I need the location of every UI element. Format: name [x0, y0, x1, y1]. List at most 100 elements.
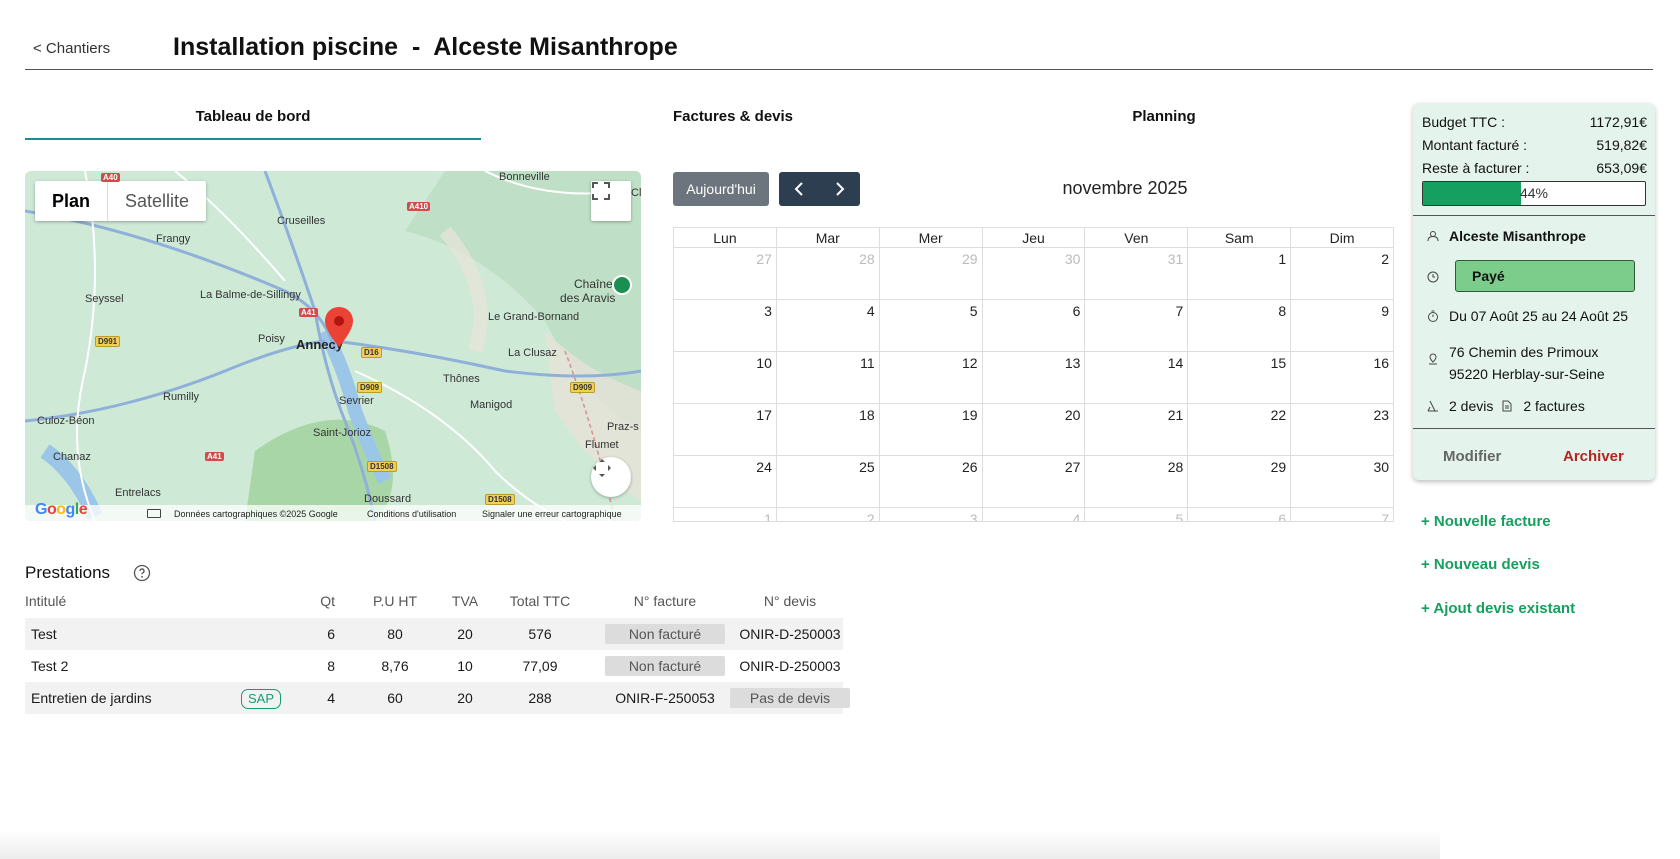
row-quote: ONIR-D-250003 [730, 618, 850, 650]
back-to-chantiers-link[interactable]: < Chantiers [33, 40, 110, 57]
calendar-day-cell[interactable]: 26 [880, 456, 983, 507]
new-invoice-link[interactable]: + Nouvelle facture [1421, 513, 1551, 530]
calendar-day-cell[interactable]: 28 [1085, 456, 1189, 507]
calendar-day-cell[interactable]: 30 [1291, 456, 1393, 507]
tab-tableau-de-bord[interactable]: Tableau de bord [25, 102, 481, 140]
calendar-day-cell[interactable]: 29 [880, 248, 983, 299]
quote-number[interactable]: ONIR-D-250003 [739, 658, 840, 674]
calendar-day-cell[interactable]: 13 [983, 352, 1086, 403]
remaining-value: 653,09€ [1596, 160, 1647, 176]
calendar-day-cell[interactable]: 11 [777, 352, 880, 403]
calendar-day-cell[interactable]: 12 [880, 352, 983, 403]
map-report-link[interactable]: Signaler une erreur cartographique [482, 509, 622, 519]
status-select[interactable]: Payé [1455, 260, 1635, 292]
calendar-day-cell[interactable]: 5 [1085, 508, 1189, 521]
row-qty: 8 [327, 658, 335, 674]
calendar-day-cell[interactable]: 10 [674, 352, 777, 403]
calendar-day-cell[interactable]: 27 [674, 248, 777, 299]
calendar-day-cell[interactable]: 25 [777, 456, 880, 507]
map-terms-link[interactable]: Conditions d'utilisation [367, 509, 456, 519]
calendar-week-row: 10 11 12 13 14 15 16 [674, 352, 1393, 404]
row-vat: 20 [457, 690, 473, 706]
calendar-day-cell[interactable]: 2 [777, 508, 880, 521]
calendar-day-cell[interactable]: 9 [1291, 300, 1393, 351]
progress-percent: 44% [1519, 185, 1549, 201]
fullscreen-icon[interactable] [591, 181, 631, 221]
map-place-label: Thônes [443, 373, 480, 385]
table-row[interactable]: Entretien de jardins SAP 4 60 20 288 ONIR-F-25… [25, 682, 850, 714]
quote-number[interactable]: ONIR-D-250003 [739, 626, 840, 642]
map-type-plan[interactable]: Plan [35, 181, 109, 221]
column-header-unit-price: P.U HT [372, 593, 418, 609]
calendar-day-cell[interactable]: 27 [983, 456, 1086, 507]
budget-row: Budget TTC : 1172,91€ [1422, 114, 1647, 130]
calendar-day-cell[interactable]: 6 [983, 300, 1086, 351]
calendar-day-cell[interactable]: 31 [1085, 248, 1189, 299]
map-place-label: Poisy [258, 333, 285, 345]
new-quote-link[interactable]: + Nouveau devis [1421, 556, 1540, 573]
calendar-day-cell[interactable]: 4 [983, 508, 1086, 521]
map-place-label: Cl [631, 187, 641, 199]
row-unit-price: 80 [387, 626, 403, 642]
map-road-label: A40 [101, 173, 120, 182]
calendar-day-cell[interactable]: 30 [983, 248, 1086, 299]
site-map[interactable]: Plan Satellite Bonneville Cl Cruseilles … [25, 171, 641, 521]
calendar-day-cell[interactable]: 1 [674, 508, 777, 521]
document-icon [1501, 400, 1517, 412]
client-row: Alceste Misanthrope [1427, 228, 1586, 244]
calendar-today-button[interactable]: Aujourd'hui [673, 172, 769, 206]
help-icon[interactable] [133, 564, 151, 582]
calendar-day-cell[interactable]: 4 [777, 300, 880, 351]
calendar-day-cell[interactable]: 22 [1188, 404, 1292, 455]
archive-button[interactable]: Archiver [1563, 448, 1624, 465]
mountain-marker-icon[interactable] [612, 275, 632, 295]
calendar-day-cell[interactable]: 18 [777, 404, 880, 455]
calendar-day-cell[interactable]: 23 [1291, 404, 1393, 455]
tab-factures-devis[interactable]: Factures & devis [505, 102, 961, 140]
row-label: Entretien de jardins [31, 690, 152, 706]
map-place-label: Culoz-Béon [37, 415, 95, 427]
map-pan-icon[interactable] [591, 457, 631, 497]
calendar-day-cell[interactable]: 15 [1188, 352, 1292, 403]
map-place-label: Praz-s [607, 421, 639, 433]
column-header-total: Total TTC [509, 593, 571, 609]
remaining-label: Reste à facturer : [1422, 160, 1530, 176]
row-total: 77,09 [522, 658, 558, 674]
calendar-day-cell[interactable]: 20 [983, 404, 1086, 455]
calendar-day-cell[interactable]: 21 [1085, 404, 1189, 455]
calendar-prev-button[interactable] [779, 172, 820, 206]
calendar-week-row: 24 25 26 27 28 29 30 [674, 456, 1393, 508]
calendar-day-cell[interactable]: 24 [674, 456, 777, 507]
calendar-next-button[interactable] [820, 172, 861, 206]
timer-icon [1427, 310, 1443, 322]
map-road-label: A41 [205, 452, 224, 461]
calendar-day-cell[interactable]: 7 [1291, 508, 1393, 521]
weekday-label: Sam [1188, 228, 1292, 247]
calendar-day-cell[interactable]: 29 [1188, 456, 1292, 507]
calendar-day-cell[interactable]: 2 [1291, 248, 1393, 299]
signature-icon [1427, 400, 1443, 412]
invoice-number[interactable]: ONIR-F-250053 [615, 690, 715, 706]
calendar-day-cell[interactable]: 17 [674, 404, 777, 455]
add-existing-quote-link[interactable]: + Ajout devis existant [1421, 600, 1575, 617]
calendar-day-cell[interactable]: 1 [1188, 248, 1292, 299]
location-pin-icon[interactable] [325, 307, 353, 347]
map-place-label: Frangy [156, 233, 191, 245]
map-data-credit: Données cartographiques ©2025 Google [174, 509, 338, 519]
calendar-day-cell[interactable]: 28 [777, 248, 880, 299]
edit-button[interactable]: Modifier [1443, 448, 1501, 465]
calendar-day-cell[interactable]: 14 [1085, 352, 1189, 403]
calendar-day-cell[interactable]: 16 [1291, 352, 1393, 403]
calendar-day-cell[interactable]: 3 [674, 300, 777, 351]
calendar-day-cell[interactable]: 3 [880, 508, 983, 521]
calendar-day-cell[interactable]: 19 [880, 404, 983, 455]
keyboard-icon[interactable] [147, 509, 161, 518]
table-row[interactable]: Test 6 80 20 576 Non facturé ONIR-D-250003 [25, 618, 843, 650]
calendar-day-cell[interactable]: 7 [1085, 300, 1189, 351]
tab-planning[interactable]: Planning [936, 102, 1392, 140]
table-row[interactable]: Test 2 8 8,76 10 77,09 Non facturé ONIR-D-2500… [25, 650, 843, 682]
calendar-day-cell[interactable]: 8 [1188, 300, 1292, 351]
calendar-day-cell[interactable]: 5 [880, 300, 983, 351]
map-type-satellite[interactable]: Satellite [108, 181, 206, 221]
calendar-day-cell[interactable]: 6 [1188, 508, 1292, 521]
